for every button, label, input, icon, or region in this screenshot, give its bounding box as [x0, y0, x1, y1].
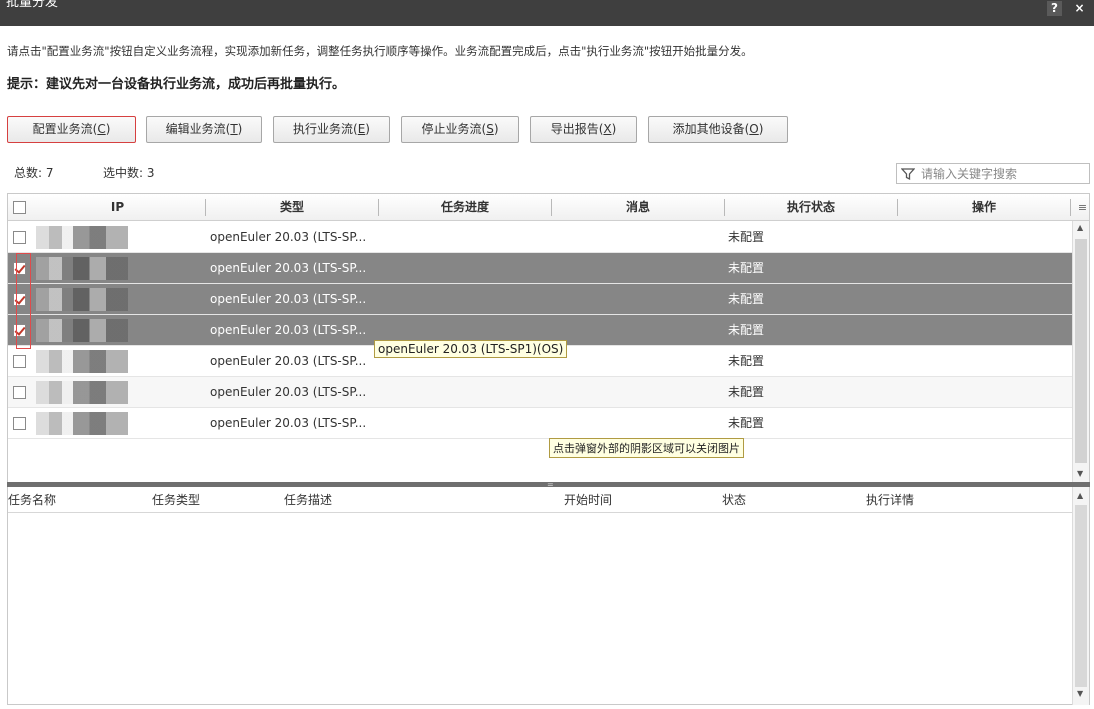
- ip-redacted: [36, 381, 128, 404]
- row-checkbox[interactable]: [13, 355, 26, 368]
- add-device-key: O: [749, 122, 759, 136]
- configure-flow-key: C: [97, 122, 106, 136]
- row-status: 未配置: [728, 292, 765, 306]
- window-title: 批量分发: [6, 0, 59, 10]
- select-all-checkbox[interactable]: [13, 201, 26, 214]
- table-row[interactable]: openEuler 20.03 (LTS-SP... 未配置: [8, 284, 1073, 315]
- row-checkbox[interactable]: [13, 231, 26, 244]
- task-table-header: 任务名称 任务类型 任务描述 开始时间 状态 执行详情: [8, 487, 1073, 513]
- col-ip[interactable]: IP: [30, 194, 205, 221]
- col-task-type[interactable]: 任务类型: [152, 487, 200, 513]
- col-task-desc[interactable]: 任务描述: [284, 487, 332, 513]
- col-message[interactable]: 消息: [552, 194, 724, 221]
- export-report-label: 导出报告: [550, 122, 599, 136]
- selected-count-label: 选中数:: [103, 166, 144, 180]
- ip-redacted: [36, 319, 128, 342]
- scrollbar-thumb[interactable]: [1075, 505, 1087, 687]
- hint-text: 提示：建议先对一台设备执行业务流，成功后再批量执行。: [7, 77, 346, 92]
- col-action[interactable]: 操作: [898, 194, 1070, 221]
- scroll-up-icon[interactable]: ▲: [1077, 223, 1083, 232]
- close-button[interactable]: ×: [1072, 1, 1087, 16]
- row-checkbox[interactable]: [13, 386, 26, 399]
- run-flow-key: E: [357, 122, 366, 136]
- stop-flow-label: 停止业务流: [421, 122, 482, 136]
- row-type: openEuler 20.03 (LTS-SP...: [210, 385, 367, 399]
- add-device-button[interactable]: 添加其他设备(O): [648, 116, 788, 143]
- scroll-down-icon[interactable]: ▼: [1077, 689, 1083, 698]
- row-type: openEuler 20.03 (LTS-SP...: [210, 292, 367, 306]
- stop-flow-button[interactable]: 停止业务流(S): [401, 116, 519, 143]
- selection-highlight-marker: [16, 253, 31, 349]
- scroll-up-icon[interactable]: ▲: [1077, 491, 1083, 500]
- filter-icon: [901, 168, 915, 181]
- run-flow-label: 执行业务流: [293, 122, 354, 136]
- task-table-scrollbar[interactable]: ▲ ▼: [1072, 487, 1089, 705]
- configure-flow-button[interactable]: 配置业务流(C): [7, 116, 136, 143]
- ip-redacted: [36, 257, 128, 280]
- edit-flow-button[interactable]: 编辑业务流(T): [146, 116, 262, 143]
- intro-text: 请点击"配置业务流"按钮自定义业务流程，实现添加新任务，调整任务执行顺序等操作。…: [7, 44, 753, 58]
- col-start-time[interactable]: 开始时间: [564, 487, 612, 513]
- row-status: 未配置: [728, 261, 765, 275]
- row-type: openEuler 20.03 (LTS-SP...: [210, 354, 367, 368]
- run-flow-button[interactable]: 执行业务流(E): [273, 116, 390, 143]
- total-count-label: 总数:: [14, 166, 43, 180]
- close-hint-tooltip: 点击弹窗外部的阴影区域可以关闭图片: [549, 438, 744, 458]
- row-type: openEuler 20.03 (LTS-SP...: [210, 323, 367, 337]
- window-titlebar: 批量分发 ? ×: [0, 0, 1094, 26]
- total-count: 总数: 7: [14, 164, 54, 181]
- table-row[interactable]: openEuler 20.03 (LTS-SP... 未配置: [8, 253, 1073, 284]
- row-checkbox[interactable]: [13, 417, 26, 430]
- row-type: openEuler 20.03 (LTS-SP...: [210, 416, 367, 430]
- selected-count-value: 3: [146, 166, 155, 180]
- device-table-header: IP 类型 任务进度 消息 执行状态 操作 ≡: [8, 194, 1089, 221]
- edit-flow-key: T: [230, 122, 238, 136]
- col-progress[interactable]: 任务进度: [379, 194, 551, 221]
- total-count-value: 7: [45, 166, 54, 180]
- type-tooltip: openEuler 20.03 (LTS-SP1)(OS): [374, 340, 568, 358]
- row-type: openEuler 20.03 (LTS-SP...: [210, 230, 367, 244]
- export-report-key: X: [603, 122, 612, 136]
- export-report-button[interactable]: 导出报告(X): [530, 116, 637, 143]
- row-status: 未配置: [728, 416, 765, 430]
- device-table-scrollbar[interactable]: ▲ ▼: [1072, 221, 1089, 482]
- col-type[interactable]: 类型: [206, 194, 378, 221]
- task-table: 任务名称 任务类型 任务描述 开始时间 状态 执行详情 ▲ ▼: [7, 487, 1090, 705]
- configure-flow-label: 配置业务流: [32, 122, 93, 136]
- edit-flow-label: 编辑业务流: [165, 122, 226, 136]
- col-separator[interactable]: [1070, 199, 1071, 216]
- row-type: openEuler 20.03 (LTS-SP...: [210, 261, 367, 275]
- scroll-down-icon[interactable]: ▼: [1077, 469, 1083, 478]
- col-status[interactable]: 执行状态: [725, 194, 897, 221]
- row-status: 未配置: [728, 385, 765, 399]
- add-device-label: 添加其他设备: [672, 122, 745, 136]
- row-status: 未配置: [728, 323, 765, 337]
- scrollbar-thumb[interactable]: [1075, 239, 1087, 463]
- table-row[interactable]: openEuler 20.03 (LTS-SP... 未配置: [8, 222, 1073, 253]
- col-task-status[interactable]: 状态: [722, 487, 746, 513]
- row-status: 未配置: [728, 230, 765, 244]
- help-button[interactable]: ?: [1047, 1, 1062, 16]
- search-input[interactable]: [921, 165, 1087, 182]
- search-box[interactable]: [896, 163, 1090, 184]
- ip-redacted: [36, 288, 128, 311]
- table-row[interactable]: openEuler 20.03 (LTS-SP... 未配置: [8, 377, 1073, 408]
- ip-redacted: [36, 412, 128, 435]
- ip-redacted: [36, 226, 128, 249]
- row-status: 未配置: [728, 354, 765, 368]
- col-exec-detail[interactable]: 执行详情: [866, 487, 914, 513]
- table-row[interactable]: openEuler 20.03 (LTS-SP... 未配置: [8, 408, 1073, 439]
- col-task-name[interactable]: 任务名称: [8, 487, 56, 513]
- ip-redacted: [36, 350, 128, 373]
- column-menu-icon[interactable]: ≡: [1074, 194, 1089, 221]
- stop-flow-key: S: [486, 122, 494, 136]
- selected-count: 选中数: 3: [103, 164, 155, 181]
